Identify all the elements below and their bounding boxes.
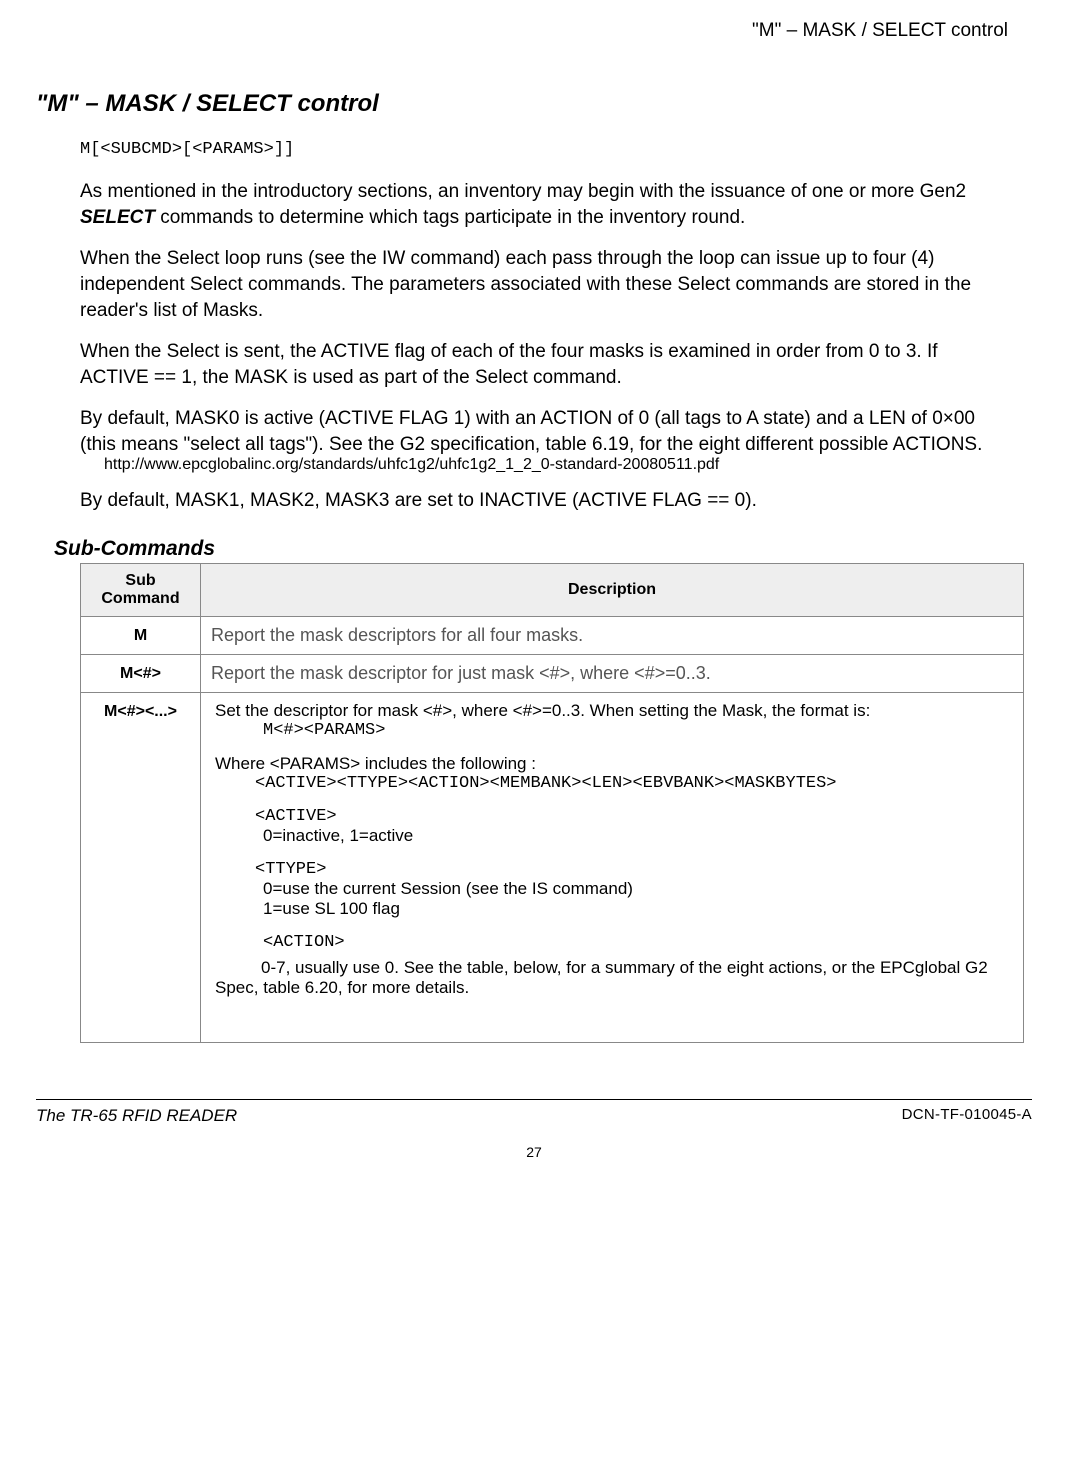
paragraph-3: When the Select is sent, the ACTIVE flag…	[80, 339, 1010, 390]
mset-ttype-t1: 0=use the current Session (see the IS co…	[263, 879, 1013, 899]
mset-action-t: 0-7, usually use 0. See the table, below…	[211, 958, 1013, 998]
mset-ttype-t2: 1=use SL 100 flag	[263, 899, 1013, 919]
mset-active-h: <ACTIVE>	[255, 807, 1013, 826]
paragraph-4: By default, MASK0 is active (ACTIVE FLAG…	[80, 406, 1010, 457]
footer-right: DCN-TF-010045-A	[902, 1106, 1032, 1126]
p1-part-a: As mentioned in the introductory section…	[80, 181, 966, 202]
mset-line2: M<#><PARAMS>	[263, 721, 1013, 740]
page-footer: The TR-65 RFID READER DCN-TF-010045-A	[36, 1099, 1032, 1126]
th-description: Description	[201, 564, 1024, 617]
section-title: "M" – MASK / SELECT control	[36, 90, 1010, 118]
cell-sub-mset: M<#><...>	[81, 693, 201, 1043]
subcommands-table: Sub Command Description M Report the mas…	[80, 563, 1024, 1043]
paragraph-1: As mentioned in the introductory section…	[80, 179, 1010, 230]
mset-ttype-h: <TTYPE>	[255, 860, 1013, 879]
cell-desc-m: Report the mask descriptors for all four…	[201, 617, 1024, 655]
mset-line4: <ACTIVE><TTYPE><ACTION><MEMBANK><LEN><EB…	[255, 774, 1013, 793]
paragraph-2: When the Select loop runs (see the IW co…	[80, 246, 1010, 323]
cell-sub-m: M	[81, 617, 201, 655]
syntax-line: M[<SUBCMD>[<PARAMS>]]	[80, 140, 1010, 159]
running-header: "M" – MASK / SELECT control	[36, 20, 1010, 42]
p1-part-c: commands to determine which tags partici…	[155, 207, 745, 228]
cell-sub-mnum: M<#>	[81, 655, 201, 693]
cell-desc-mset: Set the descriptor for mask <#>, where <…	[201, 693, 1024, 1043]
mset-line3: Where <PARAMS> includes the following :	[211, 754, 1013, 774]
mset-line1: Set the descriptor for mask <#>, where <…	[211, 701, 1013, 721]
subcommands-heading: Sub-Commands	[54, 537, 1010, 561]
mset-active-t: 0=inactive, 1=active	[263, 826, 1013, 846]
p1-select-bold: SELECT	[80, 207, 155, 228]
paragraph-5: By default, MASK1, MASK2, MASK3 are set …	[80, 488, 1010, 514]
th-subcommand: Sub Command	[81, 564, 201, 617]
table-row: M<#> Report the mask descriptor for just…	[81, 655, 1024, 693]
table-header-row: Sub Command Description	[81, 564, 1024, 617]
page-number: 27	[0, 1144, 1068, 1180]
mset-action-h: <ACTION>	[263, 933, 1013, 952]
footer-left: The TR-65 RFID READER	[36, 1106, 237, 1126]
table-row: M Report the mask descriptors for all fo…	[81, 617, 1024, 655]
spec-url: http://www.epcglobalinc.org/standards/uh…	[104, 456, 1010, 474]
cell-desc-mnum: Report the mask descriptor for just mask…	[201, 655, 1024, 693]
table-row: M<#><...> Set the descriptor for mask <#…	[81, 693, 1024, 1043]
